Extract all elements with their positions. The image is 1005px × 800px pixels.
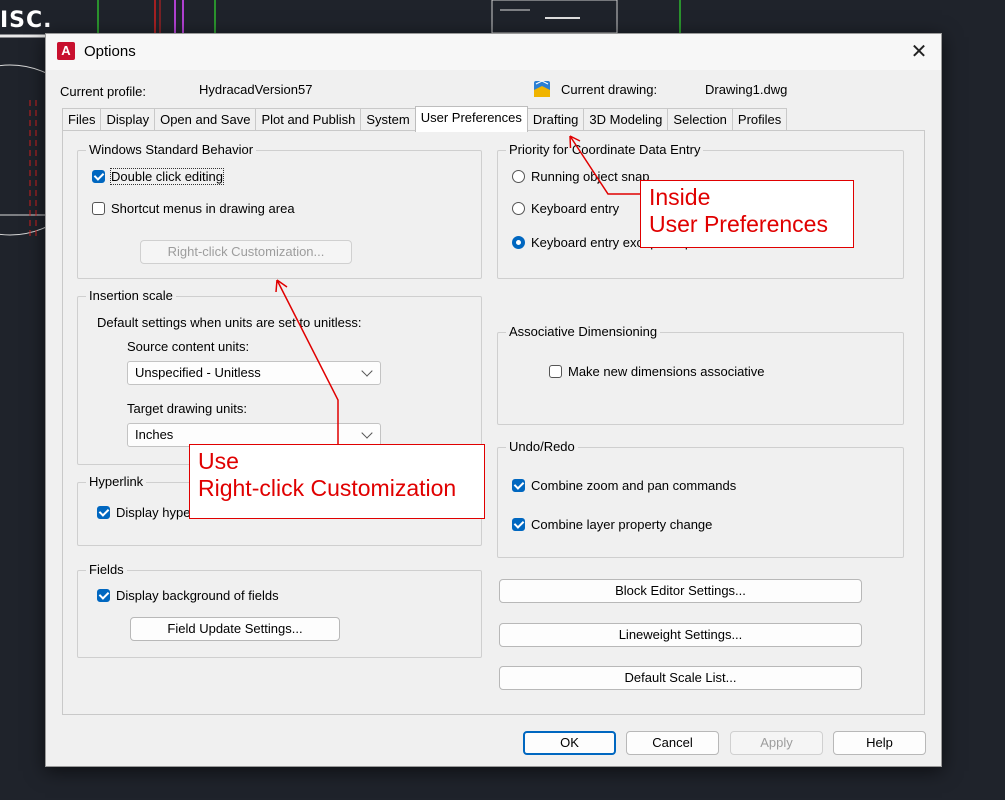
autocad-app-icon: A [57, 42, 75, 60]
combine-zoom-pan-checkbox[interactable]: Combine zoom and pan commands [512, 478, 736, 493]
undo-redo-group: Undo/Redo Combine zoom and pan commands … [497, 439, 904, 558]
tab-system[interactable]: System [360, 108, 416, 131]
dialog-title: Options [84, 43, 136, 60]
checkbox-unchecked-icon [92, 202, 105, 215]
display-hyperlink-checkbox[interactable]: Display hype [97, 505, 190, 520]
source-content-units-select[interactable]: Unspecified - Unitless [127, 361, 381, 385]
tab-user-preferences[interactable]: User Preferences [414, 106, 528, 132]
running-object-snap-radio[interactable]: Running object snap [512, 169, 650, 184]
current-drawing-value: Drawing1.dwg [705, 82, 788, 97]
callout-top-line2: User Preferences [649, 211, 828, 237]
callout-top-line1: Inside [649, 184, 711, 210]
cancel-button[interactable]: Cancel [626, 731, 719, 755]
display-background-fields-checkbox[interactable]: Display background of fields [97, 588, 279, 603]
tab-3d-modeling[interactable]: 3D Modeling [583, 108, 669, 131]
target-drawing-units-value: Inches [135, 427, 174, 442]
radio-unselected-icon [512, 170, 525, 183]
current-drawing-label: Current drawing: [561, 82, 658, 97]
tab-profiles[interactable]: Profiles [731, 108, 788, 131]
windows-standard-behavior-title: Windows Standard Behavior [86, 142, 257, 157]
display-hyperlink-label: Display hype [116, 505, 191, 520]
combine-layer-property-label: Combine layer property change [531, 517, 713, 532]
source-content-units-value: Unspecified - Unitless [135, 365, 261, 380]
chevron-down-icon [361, 427, 373, 439]
lineweight-settings-button[interactable]: Lineweight Settings... [499, 623, 862, 647]
default-scale-list-button[interactable]: Default Scale List... [499, 666, 862, 690]
keyboard-entry-radio[interactable]: Keyboard entry [512, 201, 619, 216]
help-button[interactable]: Help [833, 731, 926, 755]
callout-bottom-line2: Right-click Customization [198, 475, 457, 501]
make-new-dimensions-associative-checkbox[interactable]: Make new dimensions associative [549, 364, 765, 379]
combine-zoom-pan-label: Combine zoom and pan commands [531, 478, 737, 493]
associative-dimensioning-group: Associative Dimensioning Make new dimens… [497, 324, 904, 425]
radio-unselected-icon [512, 202, 525, 215]
title-bar[interactable]: A Options ✕ [46, 34, 941, 70]
block-editor-settings-button[interactable]: Block Editor Settings... [499, 579, 862, 603]
combine-layer-property-checkbox[interactable]: Combine layer property change [512, 517, 712, 532]
checkbox-checked-icon [92, 170, 105, 183]
tab-plot-and-publish[interactable]: Plot and Publish [255, 108, 362, 131]
options-dialog: A Options ✕ Current profile: HydracadVer… [45, 33, 942, 767]
current-profile-label: Current profile: [60, 84, 146, 99]
keyboard-entry-label: Keyboard entry [531, 201, 620, 216]
insertion-scale-title: Insertion scale [86, 288, 176, 303]
source-content-units-label: Source content units: [127, 339, 250, 354]
undo-redo-title: Undo/Redo [506, 439, 578, 454]
insertion-scale-description: Default settings when units are set to u… [97, 315, 362, 330]
tab-open-and-save[interactable]: Open and Save [154, 108, 257, 131]
chevron-down-icon [361, 365, 373, 377]
display-background-fields-label: Display background of fields [116, 588, 279, 603]
tab-files[interactable]: Files [62, 108, 102, 131]
running-object-snap-label: Running object snap [531, 169, 650, 184]
double-click-editing-checkbox[interactable]: Double click editing [92, 168, 225, 185]
tab-strip: Files Display Open and Save Plot and Publis… [62, 106, 788, 132]
checkbox-checked-icon [512, 518, 525, 531]
callout-inside-user-preferences: Inside User Preferences [640, 180, 854, 248]
insertion-scale-group: Insertion scale Default settings when un… [77, 288, 482, 465]
make-new-dimensions-associative-label: Make new dimensions associative [568, 364, 765, 379]
shortcut-menus-checkbox[interactable]: Shortcut menus in drawing area [92, 201, 295, 216]
hyperlink-title: Hyperlink [86, 474, 147, 489]
ok-button[interactable]: OK [523, 731, 616, 755]
fields-title: Fields [86, 562, 127, 577]
apply-button[interactable]: Apply [730, 731, 823, 755]
right-click-customization-button[interactable]: Right-click Customization... [140, 240, 352, 264]
target-drawing-units-label: Target drawing units: [127, 401, 247, 416]
checkbox-checked-icon [97, 506, 110, 519]
checkbox-checked-icon [97, 589, 110, 602]
double-click-editing-label: Double click editing [109, 168, 225, 185]
windows-standard-behavior-group: Windows Standard Behavior Double click e… [77, 142, 482, 279]
associative-dimensioning-title: Associative Dimensioning [506, 324, 661, 339]
radio-selected-icon [512, 236, 525, 249]
cad-corner-text: ISC. [0, 8, 53, 33]
callout-bottom-line1: Use [198, 448, 239, 474]
field-update-settings-button[interactable]: Field Update Settings... [130, 617, 340, 641]
callout-use-right-click-customization: Use Right-click Customization [189, 444, 485, 519]
drawing-file-icon [534, 80, 550, 97]
coordinate-priority-title: Priority for Coordinate Data Entry [506, 142, 704, 157]
close-icon[interactable]: ✕ [905, 38, 933, 66]
shortcut-menus-label: Shortcut menus in drawing area [111, 201, 295, 216]
checkbox-unchecked-icon [549, 365, 562, 378]
current-profile-value: HydracadVersion57 [199, 82, 313, 97]
tab-drafting[interactable]: Drafting [526, 108, 585, 131]
tab-selection[interactable]: Selection [667, 108, 733, 131]
checkbox-checked-icon [512, 479, 525, 492]
tab-display[interactable]: Display [100, 108, 156, 131]
fields-group: Fields Display background of fields Fiel… [77, 562, 482, 658]
